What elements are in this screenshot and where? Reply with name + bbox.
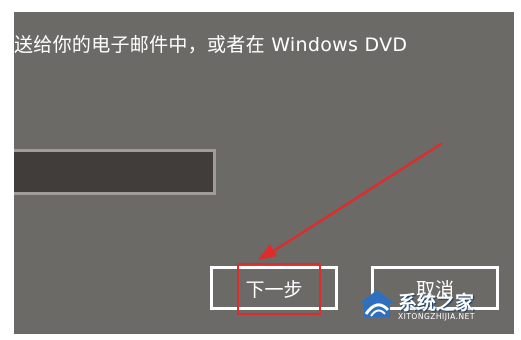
watermark: 系统之家 XITONGZHIJIA.NET	[358, 286, 508, 328]
watermark-title: 系统之家	[398, 292, 475, 314]
watermark-subtitle: XITONGZHIJIA.NET	[398, 312, 475, 321]
house-logo-icon	[360, 290, 394, 317]
setup-dialog-panel: 送给你的电子邮件中，或者在 Windows DVD 下一步 取消 系统之家 XI…	[14, 12, 514, 334]
